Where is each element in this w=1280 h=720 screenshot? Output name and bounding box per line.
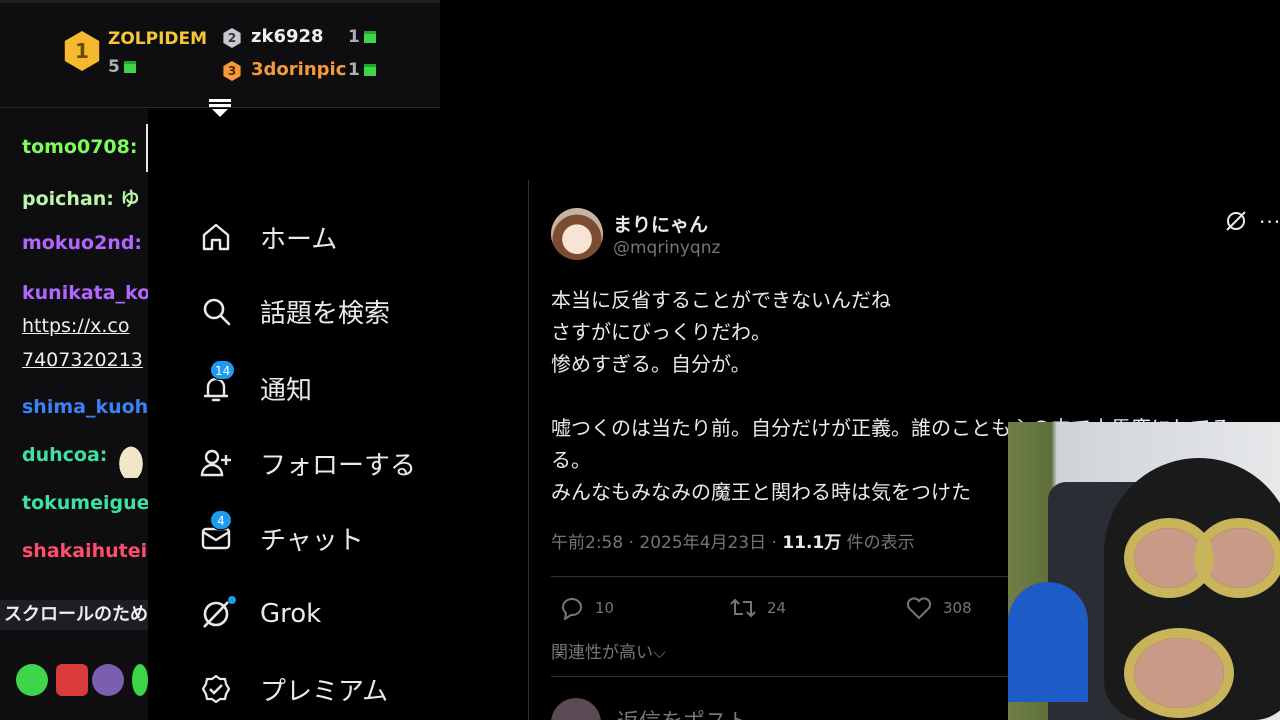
expand-leaderboard-icon[interactable] <box>209 99 231 117</box>
duck-emote <box>116 442 146 478</box>
rank-1-badge: 1 <box>64 31 100 71</box>
rank-3-badge: 3 <box>223 61 241 81</box>
retweet-count: 24 <box>767 599 787 617</box>
rank-2-badge: 2 <box>223 28 241 48</box>
nav-premium-label: プレミアム <box>260 676 389 707</box>
chat-username[interactable]: mokuo2nd: <box>22 232 142 254</box>
chat-panel: tomo0708: poichan: ゆ mokuo2nd: kunikata_… <box>0 108 148 720</box>
notification-count-badge: 14 <box>210 360 236 380</box>
nav-notifications-label: 通知 <box>260 375 313 406</box>
nav-chat-label: チャット <box>260 525 364 556</box>
grok-icon[interactable] <box>1225 210 1247 232</box>
reply-button[interactable]: 10 <box>559 596 614 620</box>
bell-icon: 14 <box>200 360 236 404</box>
nav-home-label: ホーム <box>260 224 338 255</box>
nav-grok-label: Grok <box>260 599 322 629</box>
bits-icon <box>363 64 376 76</box>
nav-explore[interactable]: 話題を検索 <box>200 291 390 331</box>
mask-trim <box>1194 518 1280 598</box>
chat-username[interactable]: duhcoa: <box>22 444 107 466</box>
reply-composer[interactable]: 返信をポスト <box>551 698 749 720</box>
more-options-icon[interactable]: ··· <box>1259 210 1280 234</box>
grok-icon <box>200 596 236 630</box>
bits-leaderboard: 1 ZOLPIDEM 5 2 zk6928 1 3 3dorinpic 1 <box>0 0 440 117</box>
home-icon <box>200 221 232 253</box>
nav-chat[interactable]: 4 チャット <box>200 510 364 558</box>
chat-link[interactable]: https://x.co <box>22 315 129 337</box>
scroll-paused-notice[interactable]: スクロールのため <box>0 600 148 630</box>
face-emote <box>146 124 148 172</box>
grok-dot-badge <box>228 596 236 604</box>
nav-explore-label: 話題を検索 <box>260 298 391 329</box>
reply-count: 10 <box>595 599 615 617</box>
leaderboard-first-count: 5 <box>108 57 136 77</box>
nav-home[interactable]: ホーム <box>200 217 337 257</box>
search-icon <box>200 295 232 327</box>
chat-count-badge: 4 <box>210 510 232 530</box>
user-avatar <box>551 698 601 720</box>
leaderboard-second-name[interactable]: zk6928 <box>251 26 324 47</box>
chat-username[interactable]: shima_kuoh <box>22 396 148 418</box>
bits-icon <box>123 61 136 73</box>
x-sidebar-nav: ホーム 話題を検索 14 通知 フォローする 4 チャット Grok プレミアム <box>148 180 528 720</box>
follow-icon <box>200 447 232 479</box>
webcam-overlay <box>1008 422 1280 720</box>
nav-notifications[interactable]: 14 通知 <box>200 360 313 408</box>
retweet-icon <box>730 598 756 618</box>
bits-icon <box>363 31 376 43</box>
view-count: 11.1万 <box>782 533 842 553</box>
leaderboard-second-count: 1 <box>348 27 376 47</box>
leaderboard-third-name[interactable]: 3dorinpic <box>251 59 346 80</box>
chat-username[interactable]: tokumeigue <box>22 492 148 514</box>
chair-side <box>1008 582 1088 702</box>
nav-follow[interactable]: フォローする <box>200 443 416 483</box>
author-avatar[interactable] <box>551 208 603 260</box>
like-button[interactable]: 308 <box>905 596 972 620</box>
leaderboard-first-name[interactable]: ZOLPIDEM <box>108 29 207 49</box>
tweet-timestamp[interactable]: 午前2:58 · 2025年4月23日 · <box>551 533 782 553</box>
green-emote <box>16 664 48 696</box>
green-emote <box>132 664 148 696</box>
red-emote <box>56 664 88 696</box>
mask-trim <box>1124 628 1234 718</box>
reply-placeholder: 返信をポスト <box>617 710 749 720</box>
view-count-suffix: 件の表示 <box>841 533 915 553</box>
nav-premium[interactable]: プレミアム <box>200 669 388 709</box>
author-handle[interactable]: @mqrinyqnz <box>613 238 720 258</box>
verified-icon <box>200 673 232 705</box>
masked-streamer <box>1104 458 1280 720</box>
retweet-button[interactable]: 24 <box>729 596 786 620</box>
mail-icon: 4 <box>200 510 232 554</box>
chat-username[interactable]: tomo0708: <box>22 136 137 158</box>
like-count: 308 <box>943 599 972 617</box>
purple-emote <box>92 664 124 696</box>
heart-icon <box>906 597 932 620</box>
reply-sort-dropdown[interactable]: 関連性が高い⌵ <box>551 638 666 663</box>
author-display-name[interactable]: まりにゃん <box>613 210 708 237</box>
nav-grok[interactable]: Grok <box>200 594 321 634</box>
chat-username[interactable]: poichan: ゆ <box>22 184 140 211</box>
chat-link[interactable]: 7407320213 <box>22 349 143 371</box>
chat-username[interactable]: kunikata_ko <box>22 282 148 304</box>
chat-username[interactable]: shakaihutei <box>22 540 147 562</box>
reply-icon <box>561 598 582 620</box>
nav-follow-label: フォローする <box>260 450 417 481</box>
tweet-meta: 午前2:58 · 2025年4月23日 · 11.1万 件の表示 <box>551 528 915 553</box>
leaderboard-third-count: 1 <box>348 60 376 80</box>
